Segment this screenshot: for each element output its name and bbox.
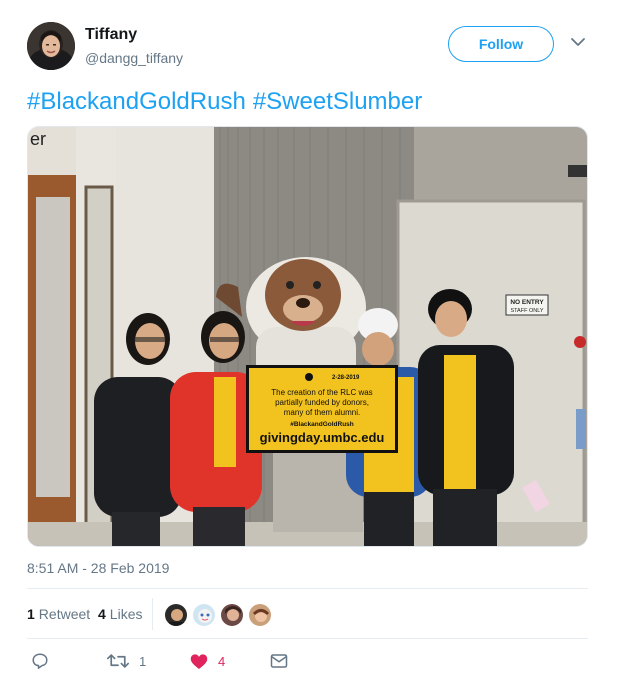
retweet-action-count: 1 xyxy=(139,653,147,669)
user-name[interactable]: Tiffany xyxy=(85,26,137,44)
liker-avatar[interactable] xyxy=(220,603,244,627)
retweet-label: Retweet xyxy=(38,606,91,622)
tweet-timestamp[interactable]: 8:51 AM - 28 Feb 2019 xyxy=(27,560,169,576)
liker-avatar[interactable] xyxy=(248,603,272,627)
chevron-down-icon[interactable] xyxy=(570,34,586,50)
door-sign-line2: STAFF ONLY xyxy=(510,308,543,314)
tweet-text: #BlackandGoldRush #SweetSlumber xyxy=(27,86,429,118)
liker-avatar[interactable] xyxy=(192,603,216,627)
envelope-icon xyxy=(270,654,288,668)
tweet-actions: 1 4 xyxy=(27,650,588,674)
hashtag-link[interactable]: #BlackandGoldRush xyxy=(27,88,246,115)
follow-button[interactable]: Follow xyxy=(448,26,554,62)
divider xyxy=(27,638,588,639)
avatar[interactable] xyxy=(27,22,75,70)
user-handle[interactable]: @dangg_tiffany xyxy=(85,50,183,66)
sign-line1: The creation of the RLC was xyxy=(271,388,372,397)
sign-line3: many of them alumni. xyxy=(284,408,360,417)
like-stat[interactable]: 4 Likes xyxy=(98,606,142,622)
sign-date: 2-28-2019 xyxy=(332,375,360,381)
avatar-image xyxy=(27,22,75,70)
retweet-count: 1 xyxy=(27,606,35,622)
retweet-stat[interactable]: 1 Retweet xyxy=(27,606,90,622)
retweet-icon xyxy=(107,654,129,668)
sign-url: givingday.umbc.edu xyxy=(260,430,385,445)
reply-button[interactable] xyxy=(31,650,49,672)
like-button[interactable]: 4 xyxy=(190,650,225,672)
direct-message-button[interactable] xyxy=(270,650,288,672)
liker-avatar[interactable] xyxy=(164,603,188,627)
tweet-photo[interactable]: er NO ENTRY STAFF ONLY 2-28-2019 The cre… xyxy=(27,126,588,547)
hashtag-link[interactable]: #SweetSlumber xyxy=(253,88,422,115)
photo-image: er NO ENTRY STAFF ONLY 2-28-2019 The cre… xyxy=(28,127,587,546)
divider xyxy=(152,598,153,630)
tweet-stats: 1 Retweet 4 Likes xyxy=(27,598,588,630)
sign-line2: partially funded by donors, xyxy=(275,398,369,407)
like-count: 4 xyxy=(98,606,106,622)
sign-hashtag: #BlackandGoldRush xyxy=(290,421,354,428)
heart-icon xyxy=(190,653,208,669)
like-action-count: 4 xyxy=(218,653,226,669)
reply-icon xyxy=(32,653,48,669)
retweet-button[interactable]: 1 xyxy=(107,650,146,672)
door-sign-line1: NO ENTRY xyxy=(510,299,544,306)
wall-letters: er xyxy=(30,129,46,149)
tweet-header: Tiffany @dangg_tiffany Follow xyxy=(27,22,592,72)
like-label: Likes xyxy=(109,606,143,622)
divider xyxy=(27,588,588,589)
